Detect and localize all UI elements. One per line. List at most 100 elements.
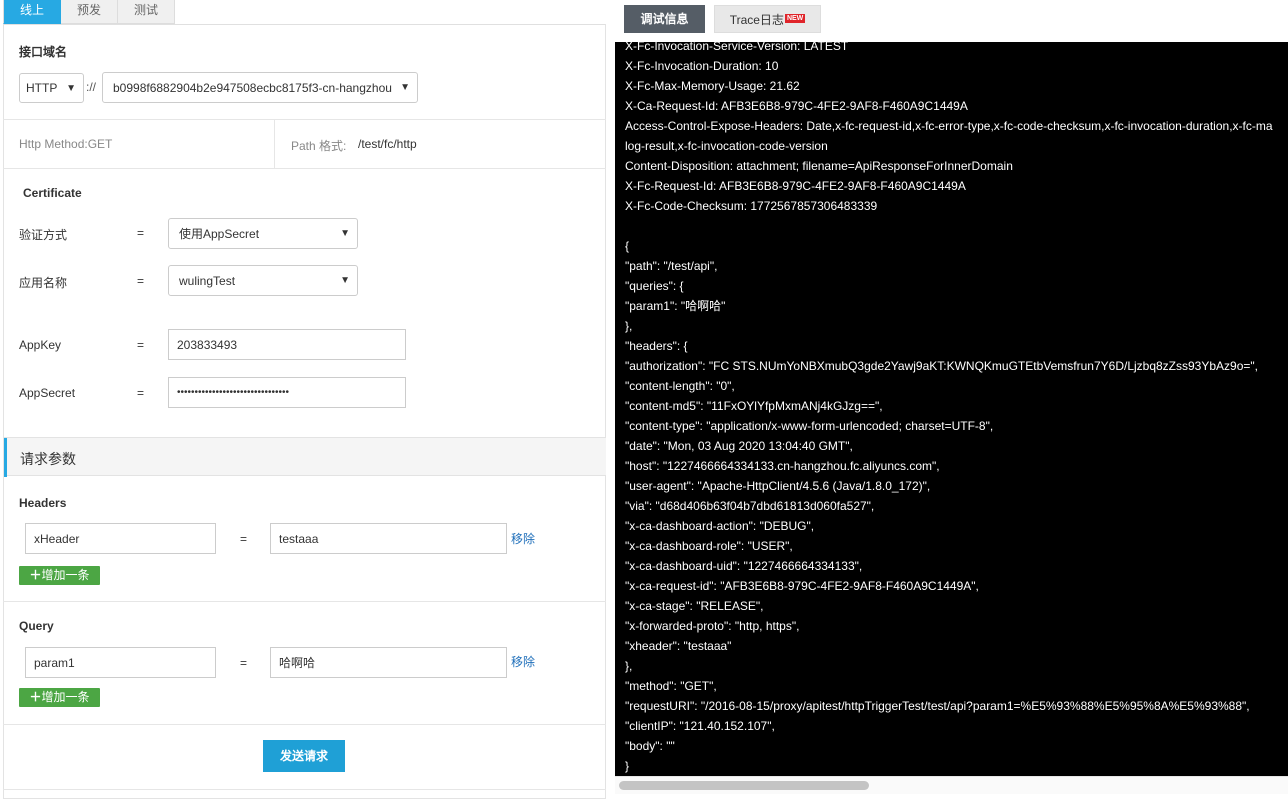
response-line: } xyxy=(625,759,630,773)
request-params-title: 请求参数 xyxy=(20,451,76,467)
equals-sign: = xyxy=(137,274,145,288)
add-query-label: 增加一条 xyxy=(41,690,90,704)
equals-sign: = xyxy=(240,656,248,670)
response-line: "content-type": "application/x-www-form-… xyxy=(625,419,994,433)
tab-test[interactable]: 测试 xyxy=(118,0,176,24)
tab-pre[interactable]: 预发 xyxy=(61,0,119,24)
appsecret-input[interactable] xyxy=(168,377,406,408)
response-line: "body": "" xyxy=(625,739,675,753)
add-query-button[interactable]: ＋增加一条 xyxy=(19,688,100,707)
tab-debug-info[interactable]: 调试信息 xyxy=(624,5,705,33)
response-line: X-Fc-Request-Id: AFB3E6B8-979C-4FE2-9AF8… xyxy=(625,179,966,193)
path-value: /test/fc/http xyxy=(358,137,417,151)
certificate-title: Certificate xyxy=(23,186,82,200)
trace-tab-label: Trace日志 xyxy=(729,13,784,27)
response-text: X-Fc-Invocation-Service-Version: LATEST X… xyxy=(625,42,1288,776)
response-line: "user-agent": "Apache-HttpClient/4.5.6 (… xyxy=(625,479,931,493)
response-line: "host": "1227466664334133.cn-hangzhou.fc… xyxy=(625,459,940,473)
app-name-label: 应用名称 xyxy=(19,276,68,290)
response-line: "via": "d68d406b63f04b7dbd61813d060fa527… xyxy=(625,499,875,513)
response-line: "content-md5": "11FxOYlYfpMxmANj4kGJzg==… xyxy=(625,399,883,413)
response-line: X-Fc-Invocation-Service-Version: LATEST xyxy=(625,42,849,53)
divider xyxy=(3,168,606,169)
response-line: }, xyxy=(625,319,633,333)
scrollbar-thumb[interactable] xyxy=(619,781,869,790)
add-header-label: 增加一条 xyxy=(41,568,90,582)
horizontal-scrollbar[interactable] xyxy=(615,776,1288,794)
response-console[interactable]: X-Fc-Invocation-Service-Version: LATEST X… xyxy=(615,42,1288,776)
response-line: "x-ca-dashboard-role": "USER", xyxy=(625,539,793,553)
response-line xyxy=(625,216,1288,236)
response-line: "requestURI": "/2016-08-15/proxy/apitest… xyxy=(625,699,1250,713)
response-line: }, xyxy=(625,659,633,673)
response-line: log-result,x-fc-invocation-code-version xyxy=(625,139,828,153)
app-name-select-wrap: wulingTest ▼ xyxy=(168,265,358,296)
divider xyxy=(3,789,606,790)
app-name-select[interactable]: wulingTest xyxy=(168,265,358,296)
response-line: "x-ca-stage": "RELEASE", xyxy=(625,599,764,613)
query-key-input[interactable] xyxy=(25,647,216,678)
auth-method-select[interactable]: 使用AppSecret xyxy=(168,218,358,249)
query-value-input[interactable] xyxy=(270,647,507,678)
tab-online[interactable]: 线上 xyxy=(3,0,62,24)
response-line: { xyxy=(625,239,630,253)
stage-tabs: 线上 预发 测试 xyxy=(3,0,176,24)
send-request-button[interactable]: 发送请求 xyxy=(263,740,345,772)
equals-sign: = xyxy=(137,226,145,240)
appsecret-label: AppSecret xyxy=(19,386,76,400)
divider xyxy=(274,120,275,168)
remove-query-link[interactable]: 移除 xyxy=(511,653,535,670)
response-line: X-Fc-Code-Checksum: 1772567857306483339 xyxy=(625,199,878,213)
response-line: "content-length": "0", xyxy=(625,379,735,393)
tab-trace-log[interactable]: Trace日志 NEW xyxy=(714,5,821,33)
response-line: "x-ca-dashboard-action": "DEBUG", xyxy=(625,519,815,533)
response-line: "queries": { xyxy=(625,279,684,293)
plus-icon: ＋ xyxy=(29,690,42,704)
response-line: "param1": "哈啊哈" xyxy=(625,299,726,313)
appkey-label: AppKey xyxy=(19,338,62,352)
divider xyxy=(3,119,606,120)
divider xyxy=(3,601,606,602)
request-params-header: 请求参数 xyxy=(4,437,606,477)
add-header-button[interactable]: ＋增加一条 xyxy=(19,566,100,585)
appkey-input[interactable] xyxy=(168,329,406,360)
host-select[interactable]: b0998f6882904b2e947508ecbc8175f3-cn-hang… xyxy=(102,72,418,103)
response-line: "x-ca-dashboard-uid": "1227466664334133"… xyxy=(625,559,863,573)
response-line: "x-forwarded-proto": "http, https", xyxy=(625,619,800,633)
divider xyxy=(3,724,606,725)
http-method-label: Http Method:GET xyxy=(19,137,113,151)
domain-title: 接口域名 xyxy=(19,45,68,59)
response-line: X-Fc-Invocation-Duration: 10 xyxy=(625,59,779,73)
auth-method-label: 验证方式 xyxy=(19,228,68,242)
remove-header-link[interactable]: 移除 xyxy=(511,530,535,547)
response-line: Content-Disposition: attachment; filenam… xyxy=(625,159,1013,173)
equals-sign: = xyxy=(240,532,248,546)
equals-sign: = xyxy=(137,386,145,400)
response-line: "path": "/test/api", xyxy=(625,259,718,273)
host-select-wrap: b0998f6882904b2e947508ecbc8175f3-cn-hang… xyxy=(102,72,418,103)
protocol-separator: :// xyxy=(86,80,97,94)
new-badge: NEW xyxy=(784,14,806,23)
response-line: "clientIP": "121.40.152.107", xyxy=(625,719,775,733)
auth-method-select-wrap: 使用AppSecret ▼ xyxy=(168,218,358,249)
response-line: "xheader": "testaaa" xyxy=(625,639,732,653)
protocol-select-wrap: HTTP ▼ xyxy=(19,73,84,103)
response-line: X-Ca-Request-Id: AFB3E6B8-979C-4FE2-9AF8… xyxy=(625,99,968,113)
protocol-select[interactable]: HTTP xyxy=(19,73,84,103)
debug-output-panel: 调试信息 Trace日志 NEW X-Fc-Invocation-Service-… xyxy=(615,0,1288,799)
header-value-input[interactable] xyxy=(270,523,507,554)
response-line: "authorization": "FC STS.NUmYoNBXmubQ3gd… xyxy=(625,359,1258,373)
response-line: X-Fc-Max-Memory-Usage: 21.62 xyxy=(625,79,800,93)
response-line: "headers": { xyxy=(625,339,688,353)
api-debug-form-panel: 线上 预发 测试 接口域名 HTTP ▼ :// b0998f6882904b2… xyxy=(0,0,606,799)
equals-sign: = xyxy=(137,338,145,352)
accent-bar xyxy=(4,438,7,477)
response-line: "date": "Mon, 03 Aug 2020 13:04:40 GMT", xyxy=(625,439,853,453)
path-format-label: Path 格式: xyxy=(291,139,347,153)
header-key-input[interactable] xyxy=(25,523,216,554)
response-line: Access-Control-Expose-Headers: Date,x-fc… xyxy=(625,119,1273,133)
response-line: "x-ca-request-id": "AFB3E6B8-979C-4FE2-9… xyxy=(625,579,979,593)
response-line: "method": "GET", xyxy=(625,679,717,693)
query-title: Query xyxy=(19,619,54,633)
plus-icon: ＋ xyxy=(29,568,42,582)
